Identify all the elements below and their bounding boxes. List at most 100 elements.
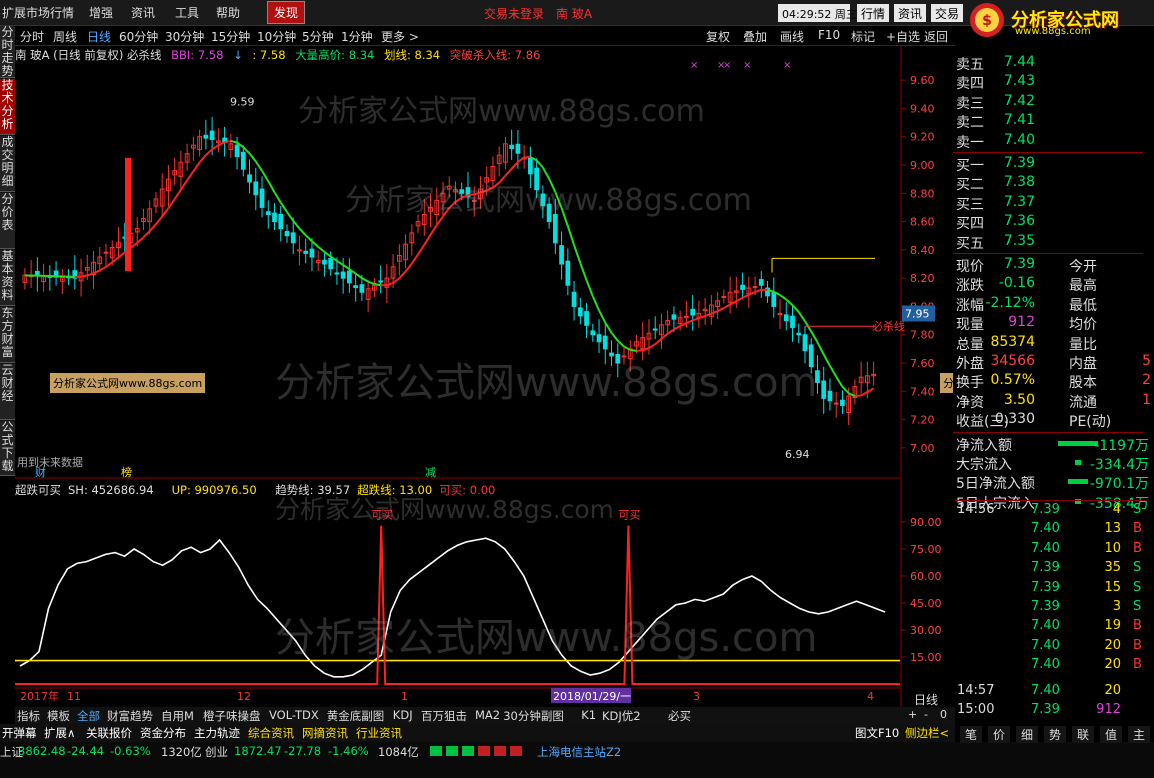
period-tab-timeshare[interactable]: 分时	[20, 28, 44, 45]
menu-extended-market[interactable]: 扩展市场行情	[2, 4, 74, 21]
side-panel-tab[interactable]: 主	[1128, 726, 1150, 743]
restore-rights-button[interactable]: 复权	[706, 28, 730, 45]
indicator-tab[interactable]: 自用M	[161, 708, 194, 724]
indicator-tab[interactable]: VOL-TDX	[269, 708, 319, 722]
indicator-tab[interactable]: 百万狙击	[421, 708, 467, 724]
kline-chart[interactable]: 9.609.409.209.008.808.608.408.208.007.80…	[15, 46, 955, 508]
indicator-tab[interactable]: KDJ优2	[602, 708, 641, 724]
menu-help[interactable]: 帮助	[216, 4, 240, 21]
stat-value-2: 5	[1142, 353, 1151, 369]
bid-label: 买四	[956, 216, 984, 233]
period-tab-10m[interactable]: 10分钟	[257, 28, 296, 45]
period-tab-60m[interactable]: 60分钟	[119, 28, 158, 45]
indicator-tab[interactable]: 黄金底副图	[327, 708, 385, 724]
menu-tools[interactable]: 工具	[175, 4, 199, 21]
indicator-tab[interactable]: K1	[581, 708, 596, 722]
menu-enhance[interactable]: 增强	[89, 4, 113, 21]
stat-value: 7.39	[1003, 256, 1035, 272]
candle-body	[103, 251, 109, 254]
oversold-indicator-chart[interactable]: 超跌可买 SH: 452686.94 UP: 990976.50 趋势线: 39.57…	[15, 478, 955, 708]
period-tab-week[interactable]: 周线	[53, 28, 77, 45]
add-watchlist-button[interactable]: +自选	[886, 28, 920, 45]
ask-price: 7.41	[1003, 112, 1035, 129]
tick-side: B	[1133, 540, 1142, 556]
bbi-line-segment	[585, 279, 594, 297]
stat-value-2: 2	[1142, 372, 1151, 389]
bbi-value-2: : 7.58	[252, 48, 286, 62]
candle	[141, 208, 146, 231]
indicator-tab[interactable]: 财富趋势	[107, 708, 153, 724]
side-panel-tab[interactable]: 值	[1100, 726, 1122, 743]
tick-time: 15:00	[957, 702, 995, 717]
sidebar-tab-profile[interactable]: 基本资料	[0, 250, 15, 306]
candle	[783, 302, 789, 331]
zoom-control-1[interactable]: -	[924, 708, 928, 721]
sidebar-tab-timeshare[interactable]: 分时走势	[0, 26, 15, 78]
side-panel-tab[interactable]: 价	[988, 726, 1010, 743]
side-panel-tab[interactable]: 笔	[960, 726, 982, 743]
news-tab[interactable]: 资金分布	[140, 725, 186, 741]
sidebar-toggle-button[interactable]: 侧边栏<	[905, 725, 949, 741]
period-tab-15m[interactable]: 15分钟	[211, 28, 250, 45]
bbi-line-segment	[292, 220, 301, 230]
period-tab-more[interactable]: 更多 >	[381, 28, 419, 45]
candle	[708, 295, 714, 325]
news-tab[interactable]: 关联报价	[86, 725, 132, 741]
candle	[371, 278, 377, 298]
tick-side: B	[1133, 637, 1142, 653]
period-tab-day[interactable]: 日线	[87, 28, 111, 45]
f10-graphic-button[interactable]: 图文F10	[855, 725, 899, 741]
news-tab[interactable]: 网摘资讯	[302, 725, 348, 741]
side-panel-tab[interactable]: 联	[1072, 726, 1094, 743]
stat-row: 现价 7.39 今开	[956, 256, 1151, 275]
menu-info[interactable]: 资讯	[131, 4, 155, 21]
index-field: 3862.48	[18, 744, 66, 758]
sidebar-tab-trades[interactable]: 成交明细	[0, 136, 15, 192]
tick-volume: 912	[1096, 702, 1121, 717]
menu-discover[interactable]: 发现	[267, 1, 306, 24]
sidebar-tab-price-table[interactable]: 分价表	[0, 193, 15, 249]
indicator-tab[interactable]: 30分钟副图	[503, 708, 564, 724]
indicator-tab[interactable]: 橙子味操盘	[203, 708, 261, 724]
news-tab[interactable]: 行业资讯	[356, 725, 402, 741]
stat-label-2: 内盘	[1069, 356, 1097, 372]
side-panel-tab[interactable]: 细	[1016, 726, 1038, 743]
bbi-line-segment	[254, 160, 263, 172]
tick-side: B	[1133, 521, 1142, 537]
news-tab[interactable]: 扩展∧	[44, 725, 75, 741]
period-tab-1m[interactable]: 1分钟	[341, 28, 373, 45]
sidebar-tab-cloud-finance[interactable]: 云财经	[0, 364, 15, 420]
sidebar-tab-technical[interactable]: 技术分析	[0, 79, 15, 135]
news-tab[interactable]: 主力轨迹	[194, 725, 240, 741]
f10-button[interactable]: F10	[818, 28, 840, 42]
zoom-control-0[interactable]: +	[908, 708, 917, 721]
logo-badge-icon: $	[970, 3, 1004, 37]
side-panel-tab[interactable]: 势	[1044, 726, 1066, 743]
sidebar-tab-formula-download[interactable]: 公式下载	[0, 421, 15, 476]
news-tab[interactable]: 综合资讯	[248, 725, 294, 741]
zoom-control-2[interactable]: 0	[940, 708, 947, 721]
news-tab[interactable]: 开弹幕	[2, 725, 37, 741]
x-tick-label: 4	[867, 690, 874, 703]
tick-side: B	[1133, 618, 1142, 634]
sidebar-tab-eastmoney[interactable]: 东方财富	[0, 307, 15, 363]
stat-value-2: 1	[1142, 391, 1151, 408]
indicator-tab[interactable]: 模板	[47, 708, 70, 724]
tick-volume: 35	[1104, 560, 1121, 576]
news-button[interactable]: 资讯	[894, 4, 927, 22]
mark-button[interactable]: 标记	[851, 28, 875, 45]
quote-button[interactable]: 行情	[857, 4, 890, 22]
indicator-tab[interactable]: 全部	[77, 708, 100, 724]
stat-label-2: 股本	[1069, 375, 1097, 392]
indicator-tab[interactable]: 必买	[668, 708, 691, 724]
period-tab-30m[interactable]: 30分钟	[165, 28, 204, 45]
candle	[322, 251, 327, 277]
bbi-line-segment	[866, 387, 875, 393]
draw-line-button[interactable]: 画线	[780, 28, 804, 45]
indicator-tab[interactable]: KDJ	[393, 708, 413, 722]
indicator-tab[interactable]: 指标	[17, 708, 40, 724]
period-tab-5m[interactable]: 5分钟	[302, 28, 334, 45]
overlay-button[interactable]: 叠加	[743, 28, 767, 45]
back-button[interactable]: 返回	[924, 28, 948, 45]
indicator-tab[interactable]: MA2	[475, 708, 500, 722]
